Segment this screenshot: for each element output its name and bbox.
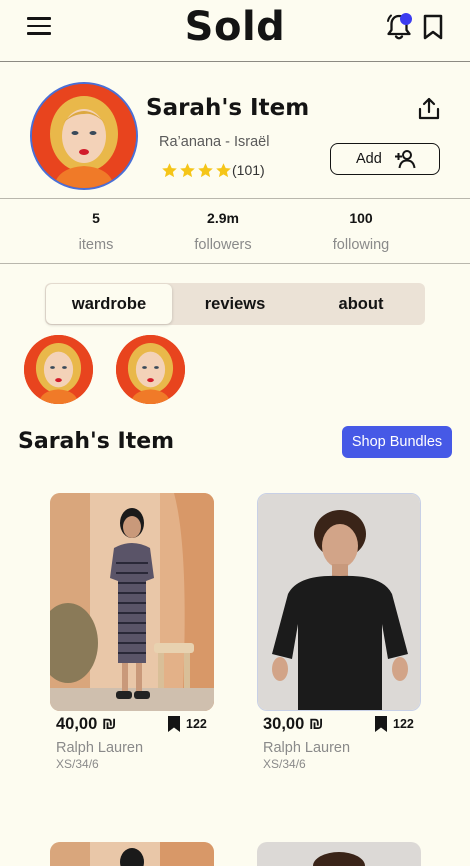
share-icon[interactable] [416, 96, 442, 122]
tab-about[interactable]: about [298, 283, 424, 325]
product-image[interactable] [257, 842, 421, 866]
profile-location: Ra’anana - Israël [159, 134, 270, 150]
product-price: 30,00 ₪ [263, 715, 324, 733]
product-brand: Ralph Lauren [263, 740, 351, 756]
bookmark-icon[interactable] [422, 14, 444, 40]
tab-reviews[interactable]: reviews [172, 283, 298, 325]
avatar[interactable] [30, 82, 138, 190]
top-bar: Sold [0, 0, 470, 62]
bundle-avatar[interactable] [24, 335, 93, 404]
product-image[interactable] [50, 493, 214, 711]
stat-value: 5 [92, 210, 100, 226]
product-size: XS/34/6 [56, 757, 99, 771]
add-user-icon [395, 150, 416, 169]
product-size: XS/34/6 [263, 757, 306, 771]
star-icon [180, 163, 195, 178]
product-image[interactable] [50, 842, 214, 866]
stat-value: 100 [349, 210, 373, 226]
profile-name: Sarah's Item [146, 95, 310, 121]
notification-dot [400, 13, 412, 25]
shop-bundles-button[interactable]: Shop Bundles [342, 426, 452, 458]
star-icon [198, 163, 213, 178]
save-count: 122 [393, 717, 414, 731]
product-image[interactable] [257, 493, 421, 711]
product-price: 40,00 ₪ [56, 715, 117, 733]
stat-label: following [332, 237, 390, 253]
bookmark-icon[interactable] [374, 715, 388, 733]
add-user-button[interactable]: Add [330, 143, 440, 175]
section-title: Sarah's Item [18, 429, 175, 454]
rating-count: (101) [232, 162, 265, 178]
bundle-avatar[interactable] [116, 335, 185, 404]
stat-label: followers [194, 237, 252, 253]
profile-stats: 5 items 2.9m followers 100 following [0, 198, 470, 264]
star-icon [162, 163, 177, 178]
product-brand: Ralph Lauren [56, 740, 144, 756]
bookmark-icon[interactable] [167, 715, 181, 733]
save-count: 122 [186, 717, 207, 731]
stat-value: 2.9m [207, 210, 239, 226]
star-icon [216, 163, 231, 178]
tab-wardrobe[interactable]: wardrobe [46, 284, 172, 324]
stat-label: items [78, 237, 114, 253]
profile-tabs: wardrobe reviews about [45, 283, 425, 325]
rating-stars [161, 162, 232, 179]
add-user-label: Add [356, 151, 382, 167]
